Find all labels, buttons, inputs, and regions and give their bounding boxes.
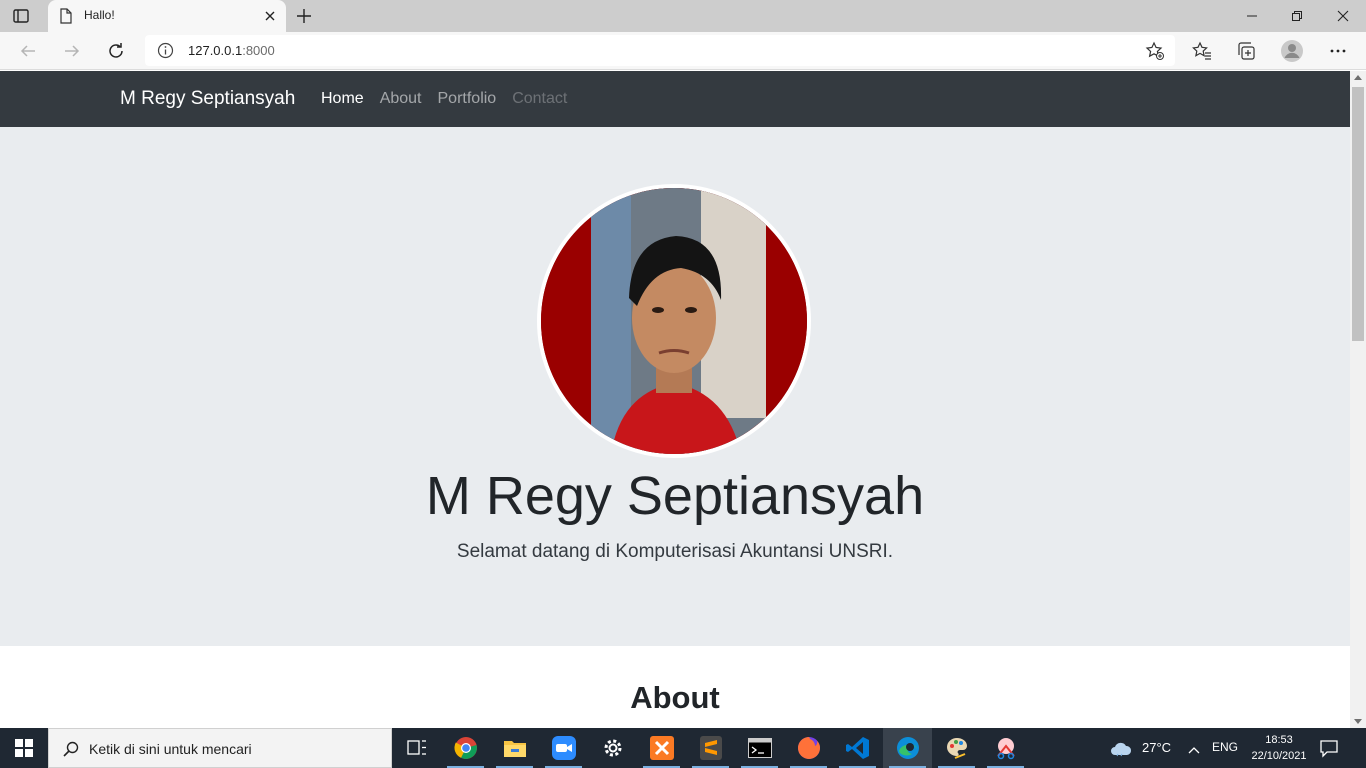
chevron-up-icon[interactable] <box>1187 741 1201 760</box>
notification-icon[interactable] <box>1318 737 1340 759</box>
edge-icon[interactable] <box>883 728 932 768</box>
sublime-text-icon[interactable] <box>686 728 735 768</box>
nav-links: Home About Portfolio Contact <box>321 90 567 108</box>
hero-section: M Regy Septiansyah Selamat datang di Kom… <box>0 127 1350 646</box>
favorites-icon[interactable] <box>1190 39 1214 63</box>
navbar-brand[interactable]: M Regy Septiansyah <box>120 88 295 110</box>
windows-logo-icon <box>15 739 33 757</box>
page-icon <box>59 8 73 24</box>
scrollbar-thumb[interactable] <box>1352 87 1364 341</box>
nav-link-home[interactable]: Home <box>321 90 364 108</box>
address-bar: 127.0.0.1:8000 <box>0 32 1366 70</box>
url-host: 127.0.0.1 <box>188 43 243 58</box>
tab-actions-icon[interactable] <box>12 7 30 25</box>
add-favorite-icon[interactable] <box>1145 41 1165 61</box>
snipping-tool-icon[interactable] <box>981 728 1030 768</box>
more-menu-icon[interactable] <box>1326 39 1350 63</box>
profile-photo <box>537 184 811 458</box>
browser-tab-strip: Hallo! <box>0 0 1366 32</box>
hero-subtitle: Selamat datang di Komputerisasi Akuntans… <box>456 541 894 562</box>
clock-time: 18:53 <box>1265 734 1293 746</box>
nav-link-contact[interactable]: Contact <box>512 90 567 108</box>
nav-link-about[interactable]: About <box>380 90 422 108</box>
scroll-up-icon[interactable] <box>1354 75 1362 80</box>
windows-taskbar: Ketik di sini untuk mencari 27°C ENG 18:… <box>0 728 1366 768</box>
weather-temperature[interactable]: 27°C <box>1142 740 1171 755</box>
url-text: 127.0.0.1:8000 <box>188 43 275 58</box>
input-language[interactable]: ENG <box>1212 740 1238 754</box>
chrome-icon[interactable] <box>441 728 490 768</box>
weather-cloud-icon[interactable] <box>1110 739 1132 761</box>
vscode-icon[interactable] <box>833 728 882 768</box>
page-scrollbar[interactable] <box>1350 71 1366 728</box>
url-field[interactable]: 127.0.0.1:8000 <box>145 35 1175 66</box>
page-viewport: M Regy Septiansyah Home About Portfolio … <box>0 71 1350 728</box>
restore-button[interactable] <box>1274 0 1320 32</box>
paint-icon[interactable] <box>932 728 981 768</box>
clock-date: 22/10/2021 <box>1251 750 1307 762</box>
taskbar-search[interactable]: Ketik di sini untuk mencari <box>48 728 392 768</box>
browser-tab[interactable]: Hallo! <box>48 0 286 32</box>
profile-avatar-icon[interactable] <box>1280 39 1304 63</box>
new-tab-icon[interactable] <box>294 6 314 26</box>
task-view-icon[interactable] <box>392 728 441 768</box>
search-icon <box>62 740 80 758</box>
zoom-icon[interactable] <box>539 728 588 768</box>
close-window-button[interactable] <box>1320 0 1366 32</box>
collections-icon[interactable] <box>1234 39 1258 63</box>
scroll-down-icon[interactable] <box>1354 719 1362 724</box>
start-button[interactable] <box>0 728 48 768</box>
about-heading: About <box>630 680 720 715</box>
tab-title: Hallo! <box>84 8 115 22</box>
terminal-icon[interactable] <box>735 728 784 768</box>
forward-icon[interactable] <box>61 40 83 62</box>
site-navbar: M Regy Septiansyah Home About Portfolio … <box>0 71 1350 127</box>
firefox-icon[interactable] <box>784 728 833 768</box>
hero-name: M Regy Septiansyah <box>425 466 925 526</box>
settings-gear-icon[interactable] <box>588 728 637 768</box>
search-placeholder: Ketik di sini untuk mencari <box>89 741 252 757</box>
site-info-icon[interactable] <box>157 42 174 59</box>
xampp-icon[interactable] <box>637 728 686 768</box>
nav-link-portfolio[interactable]: Portfolio <box>438 90 497 108</box>
system-clock[interactable]: 18:53 22/10/2021 <box>1248 732 1310 764</box>
url-port: :8000 <box>242 43 275 58</box>
refresh-icon[interactable] <box>105 40 127 62</box>
minimize-button[interactable] <box>1229 0 1275 32</box>
back-icon[interactable] <box>17 40 39 62</box>
file-explorer-icon[interactable] <box>490 728 539 768</box>
close-tab-icon[interactable] <box>262 8 278 24</box>
